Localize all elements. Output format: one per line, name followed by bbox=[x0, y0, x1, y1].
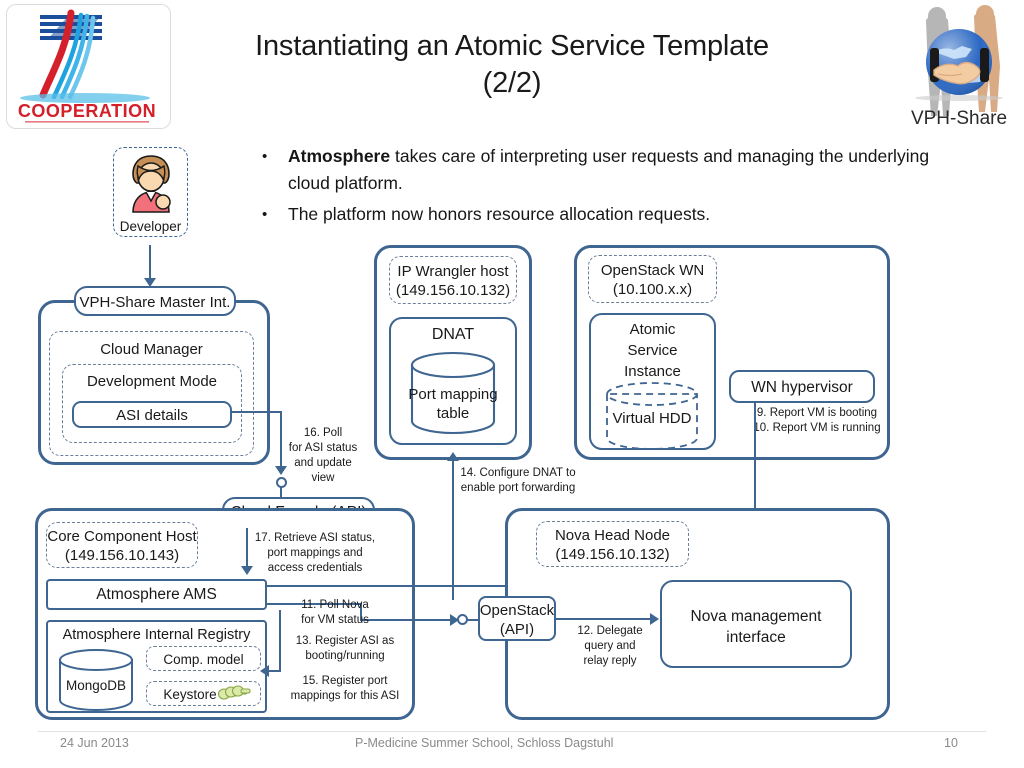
vph-share-logo: VPH-Share bbox=[900, 2, 1018, 130]
step17-note: 17. Retrieve ASI status, port mappings a… bbox=[254, 532, 376, 574]
master-interface-label: VPH-Share Master Int. bbox=[79, 294, 231, 311]
registry-inbound-arrow-icon bbox=[260, 665, 269, 677]
asi-details-label: ASI details bbox=[116, 407, 188, 424]
footer-page-number: 10 bbox=[944, 736, 958, 750]
step13-note: 13. Register ASI as booting/running bbox=[295, 635, 395, 662]
step16-connector-h bbox=[232, 411, 282, 414]
comp-model-label: Comp. model bbox=[163, 652, 244, 667]
page-title-line2: (2/2) bbox=[482, 67, 542, 99]
footer-date: 24 Jun 2013 bbox=[60, 736, 129, 750]
developer-avatar-icon bbox=[124, 152, 178, 221]
port-mapping-table-label: Port mapping table bbox=[408, 386, 498, 422]
atmosphere-ams-label: Atmosphere AMS bbox=[96, 586, 217, 603]
openstack-wn-host-label: OpenStack WN (10.100.x.x) bbox=[600, 262, 705, 298]
step12-connector bbox=[556, 618, 652, 621]
bullet-text: The platform now honors resource allocat… bbox=[288, 201, 968, 228]
core-component-host-label: Core Component Host (149.156.10.143) bbox=[47, 528, 197, 564]
footer-divider bbox=[38, 731, 986, 732]
atmosphere-internal-registry-label: Atmosphere Internal Registry bbox=[62, 627, 251, 643]
step14-arrow-icon bbox=[447, 452, 459, 461]
development-mode-label: Development Mode bbox=[86, 373, 218, 390]
svg-text:VPH-Share: VPH-Share bbox=[911, 108, 1007, 129]
bullet-rest: The platform now honors resource allocat… bbox=[288, 204, 711, 224]
fp7-cooperation-logo: COOPERATION bbox=[6, 4, 171, 129]
virtual-hdd-label: Virtual HDD bbox=[612, 410, 692, 427]
developer-label: Developer bbox=[119, 219, 182, 234]
bullet-dot-icon: • bbox=[262, 148, 268, 165]
mongodb-label: MongoDB bbox=[65, 678, 127, 693]
step9-step10-note: 9. Report VM is booting 10. Report VM is… bbox=[753, 407, 881, 434]
bullet-dot-icon: • bbox=[262, 206, 268, 223]
bullet-list: • Atmosphere takes care of interpreting … bbox=[262, 143, 968, 232]
developer-to-master-line bbox=[149, 245, 152, 281]
openstack-api-label: OpenStack (API) bbox=[479, 602, 555, 638]
step11-note: 11. Poll Nova for VM status bbox=[301, 599, 369, 626]
keystore-keys-icon bbox=[217, 683, 251, 708]
atomic-service-instance-label: Atomic Service Instance bbox=[624, 321, 681, 380]
step12-note: 12. Delegate query and relay reply bbox=[577, 625, 643, 667]
bullet-bold: Atmosphere bbox=[288, 146, 391, 166]
registry-inbound-h bbox=[267, 670, 281, 673]
page-title: Instantiating an Atomic Service Template… bbox=[180, 28, 844, 102]
ip-wrangler-host-label: IP Wrangler host (149.156.10.132) bbox=[395, 263, 511, 299]
dnat-label: DNAT bbox=[431, 326, 475, 343]
page-title-line1: Instantiating an Atomic Service Template bbox=[255, 30, 769, 62]
footer-event: P-Medicine Summer School, Schloss Dagstu… bbox=[355, 736, 614, 750]
list-item: • The platform now honors resource alloc… bbox=[262, 201, 968, 228]
nova-head-node-label: Nova Head Node (149.156.10.132) bbox=[554, 527, 671, 563]
list-item: • Atmosphere takes care of interpreting … bbox=[262, 143, 968, 197]
registry-inbound-v bbox=[279, 610, 282, 672]
bullet-text: Atmosphere takes care of interpreting us… bbox=[288, 143, 968, 197]
wn-hypervisor-label: WN hypervisor bbox=[751, 379, 853, 396]
cloud-manager-label: Cloud Manager bbox=[100, 341, 203, 358]
step14-note: 14. Configure DNAT to enable port forwar… bbox=[460, 467, 576, 494]
step15-note: 15. Register port mappings for this ASI bbox=[290, 675, 400, 702]
nova-management-interface-label: Nova management interface bbox=[690, 608, 822, 646]
svg-text:COOPERATION: COOPERATION bbox=[18, 101, 156, 121]
step16-note: 16. Poll for ASI status and update view bbox=[288, 427, 358, 484]
